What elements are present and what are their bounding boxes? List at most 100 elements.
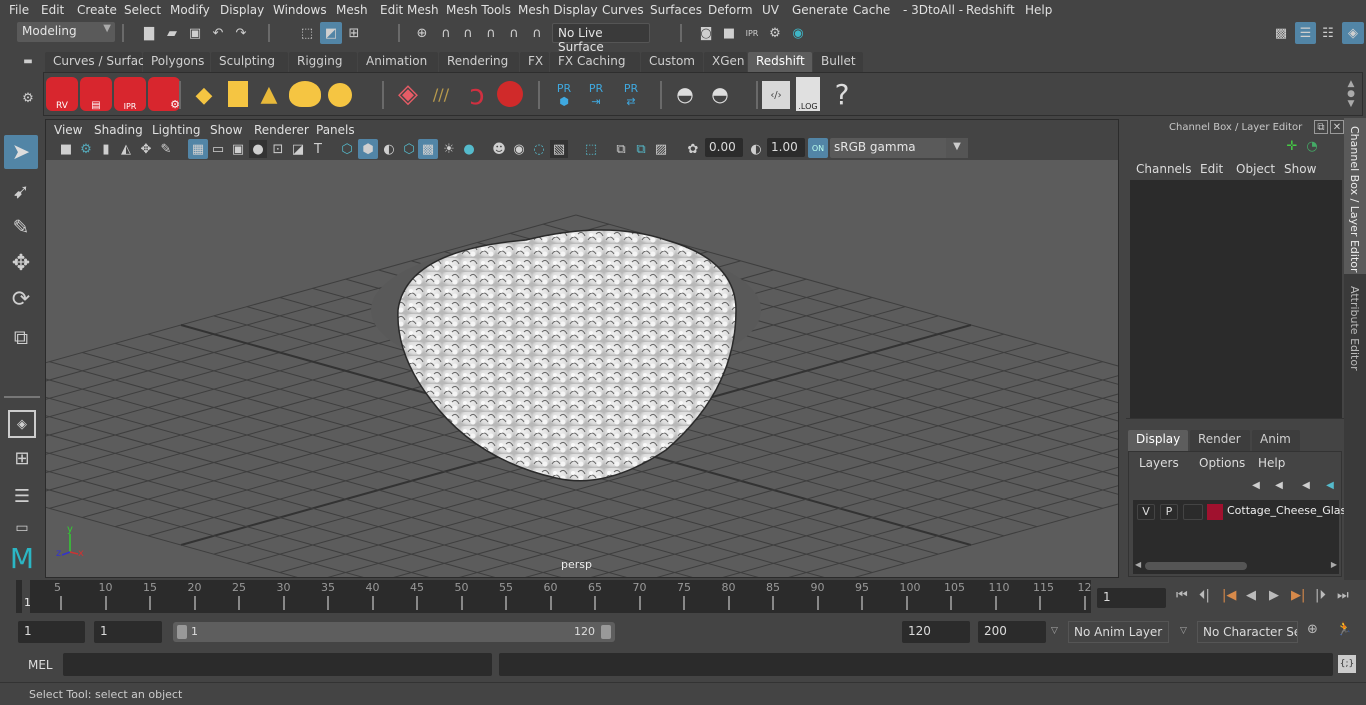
ipr-render-icon[interactable]: IPR [743,22,761,44]
menu-modify[interactable]: Modify [170,3,210,17]
step-forward-key-icon[interactable]: |⏵ [1315,588,1326,603]
current-frame-field[interactable]: 1 [1097,588,1166,608]
viewport-menu-lighting[interactable]: Lighting [152,123,201,137]
resolution-gate-icon[interactable]: ▣ [229,140,247,158]
command-input[interactable] [63,653,492,676]
gate-mask-icon[interactable]: ● [249,140,267,158]
range-start-handle[interactable] [177,625,187,639]
rs-hair-icon[interactable]: /// [426,79,456,109]
attribute-editor-toggle-icon[interactable]: ☰ [1295,22,1316,44]
depth-of-field-icon[interactable]: ⧉ [612,140,630,158]
textured-icon[interactable]: ▩ [418,139,438,159]
rs-area-light-icon[interactable]: ◆ [189,81,219,109]
render-settings-icon[interactable]: ⚙ [766,22,784,44]
menu-mesh-tools[interactable]: Mesh Tools [446,3,511,17]
anim-layer-dropdown[interactable]: No Anim Layer [1068,621,1169,643]
menu-help[interactable]: Help [1025,3,1052,17]
rs-sphere-icon[interactable] [494,79,526,109]
menu-edit-mesh[interactable]: Edit Mesh [380,3,439,17]
layer-type-toggle[interactable] [1183,504,1203,520]
pr-export-icon[interactable]: PR ⇥ [584,77,608,113]
outliner-layout-icon[interactable]: ☰ [8,482,36,510]
step-forward-frame-icon[interactable]: ▶| [1291,588,1305,603]
float-panel-icon[interactable]: ⧉ [1314,120,1328,134]
pr-transfer-icon[interactable]: PR ⇄ [619,77,643,113]
antialiasing-icon[interactable]: ▧ [550,140,568,158]
menu-surfaces[interactable]: Surfaces [650,3,702,17]
menu-curves[interactable]: Curves [602,3,644,17]
layer-tab-display[interactable]: Display [1128,430,1188,451]
menu-display[interactable]: Display [220,3,264,17]
shelf-tab-animation[interactable]: Animation [358,52,438,72]
menu-edit[interactable]: Edit [41,3,64,17]
xray-joints-icon[interactable]: ◉ [510,140,528,158]
channel-menu-channels[interactable]: Channels [1136,162,1192,176]
play-backward-icon[interactable]: ◀ [1246,588,1256,603]
help-icon[interactable]: ? [830,77,854,111]
channel-menu-edit[interactable]: Edit [1200,162,1223,176]
screen-space-icon[interactable]: ▨ [652,140,670,158]
mode-dropdown[interactable]: Modeling ▼ [17,22,115,42]
bake-icon[interactable]: ◓ [670,79,700,109]
auto-key-icon[interactable]: ⊕ [1307,622,1318,637]
default-material-icon[interactable]: ◐ [380,140,398,158]
shelf-tab-fx-caching[interactable]: FX Caching [550,52,640,72]
chevron-down-icon[interactable]: ▽ [1051,626,1058,636]
layer-menu-options[interactable]: Options [1199,456,1245,470]
use-lights-icon[interactable]: ☀ [440,140,458,158]
menu-mesh[interactable]: Mesh [336,3,368,17]
save-scene-icon[interactable]: ▣ [186,23,204,43]
wireframe-icon[interactable]: ⬡ [338,140,356,158]
redshift-settings-icon[interactable]: ⚙ [148,77,180,111]
redo-icon[interactable]: ↷ [232,23,250,43]
go-to-start-icon[interactable]: ⏮ [1176,588,1188,603]
shelf-scroll-icon[interactable]: ▲ ● ▼ [1344,77,1358,111]
render-current-icon[interactable]: ■ [720,22,738,44]
lasso-tool-icon[interactable]: ➹ [4,174,38,208]
film-gate-icon[interactable]: ▭ [209,140,227,158]
move-tool-icon[interactable]: ✥ [4,246,38,280]
layer-row[interactable]: V P Cottage_Cheese_Glass [1133,502,1352,522]
channel-sync-icon[interactable]: ◔ [1304,138,1320,154]
channel-menu-show[interactable]: Show [1284,162,1316,176]
shelf-tab-fx[interactable]: FX [520,52,549,72]
new-layer-icon[interactable]: ◀ [1297,478,1315,492]
menu-generate[interactable]: Generate [792,3,848,17]
pr-mesh-icon[interactable]: PR ⬢ [552,77,576,113]
select-component-icon[interactable]: ⊞ [344,22,364,44]
image-plane-icon[interactable]: ◭ [118,140,134,158]
shelf-tab-polygons[interactable]: Polygons [143,52,210,72]
script-icon[interactable]: ‹/› [762,81,790,109]
command-language-label[interactable]: MEL [28,658,53,672]
render-view-icon[interactable]: ◙ [697,22,715,44]
step-back-key-icon[interactable]: ⏴| [1199,588,1210,603]
time-slider[interactable]: 1 5 10 15 20 25 30 35 40 45 50 55 60 65 70 75 80 85 90 95 1… [16,580,1092,613]
shadows-icon[interactable]: ● [460,140,478,158]
channel-box-toggle-icon[interactable]: ◈ [1342,22,1364,44]
grease-pencil-icon[interactable]: ✎ [158,140,174,158]
channel-menu-object[interactable]: Object [1236,162,1275,176]
xray-icon[interactable]: ☻ [490,140,508,158]
layer-name[interactable]: Cottage_Cheese_Glass [1227,504,1352,517]
range-slider[interactable]: 1 120 [173,622,615,642]
snap-curve-icon[interactable]: ∩ [436,22,456,44]
isolate-select-icon[interactable]: ⬚ [582,140,600,158]
open-scene-icon[interactable]: ▰ [163,23,181,43]
motion-blur-icon[interactable]: ⧉ [632,140,650,158]
viewport-menu-shading[interactable]: Shading [94,123,143,137]
camera-attributes-icon[interactable]: ⚙ [78,140,94,158]
layer-color-swatch[interactable] [1207,504,1223,520]
shelf-tab-sculpting[interactable]: Sculpting [211,52,288,72]
menu-3dtoall[interactable]: - 3DtoAll - [903,3,963,17]
rs-proxy-icon[interactable]: ◈ [394,79,422,109]
menu-windows[interactable]: Windows [273,3,327,17]
move-layer-down-icon[interactable]: ◀ [1270,478,1288,492]
rs-volume-icon[interactable]: ↄ [464,77,490,111]
shelf-tab-xgen[interactable]: XGen [704,52,747,72]
animation-preferences-icon[interactable]: 🏃 [1336,622,1352,637]
layer-scrollbar[interactable]: ◀ ▶ [1133,560,1339,572]
menu-deform[interactable]: Deform [708,3,753,17]
ambient-occlusion-icon[interactable]: ◌ [530,140,548,158]
shelf-tab-curves-surfaces[interactable]: Curves / Surfaces [45,52,158,72]
scrollbar-thumb[interactable] [1145,562,1247,570]
